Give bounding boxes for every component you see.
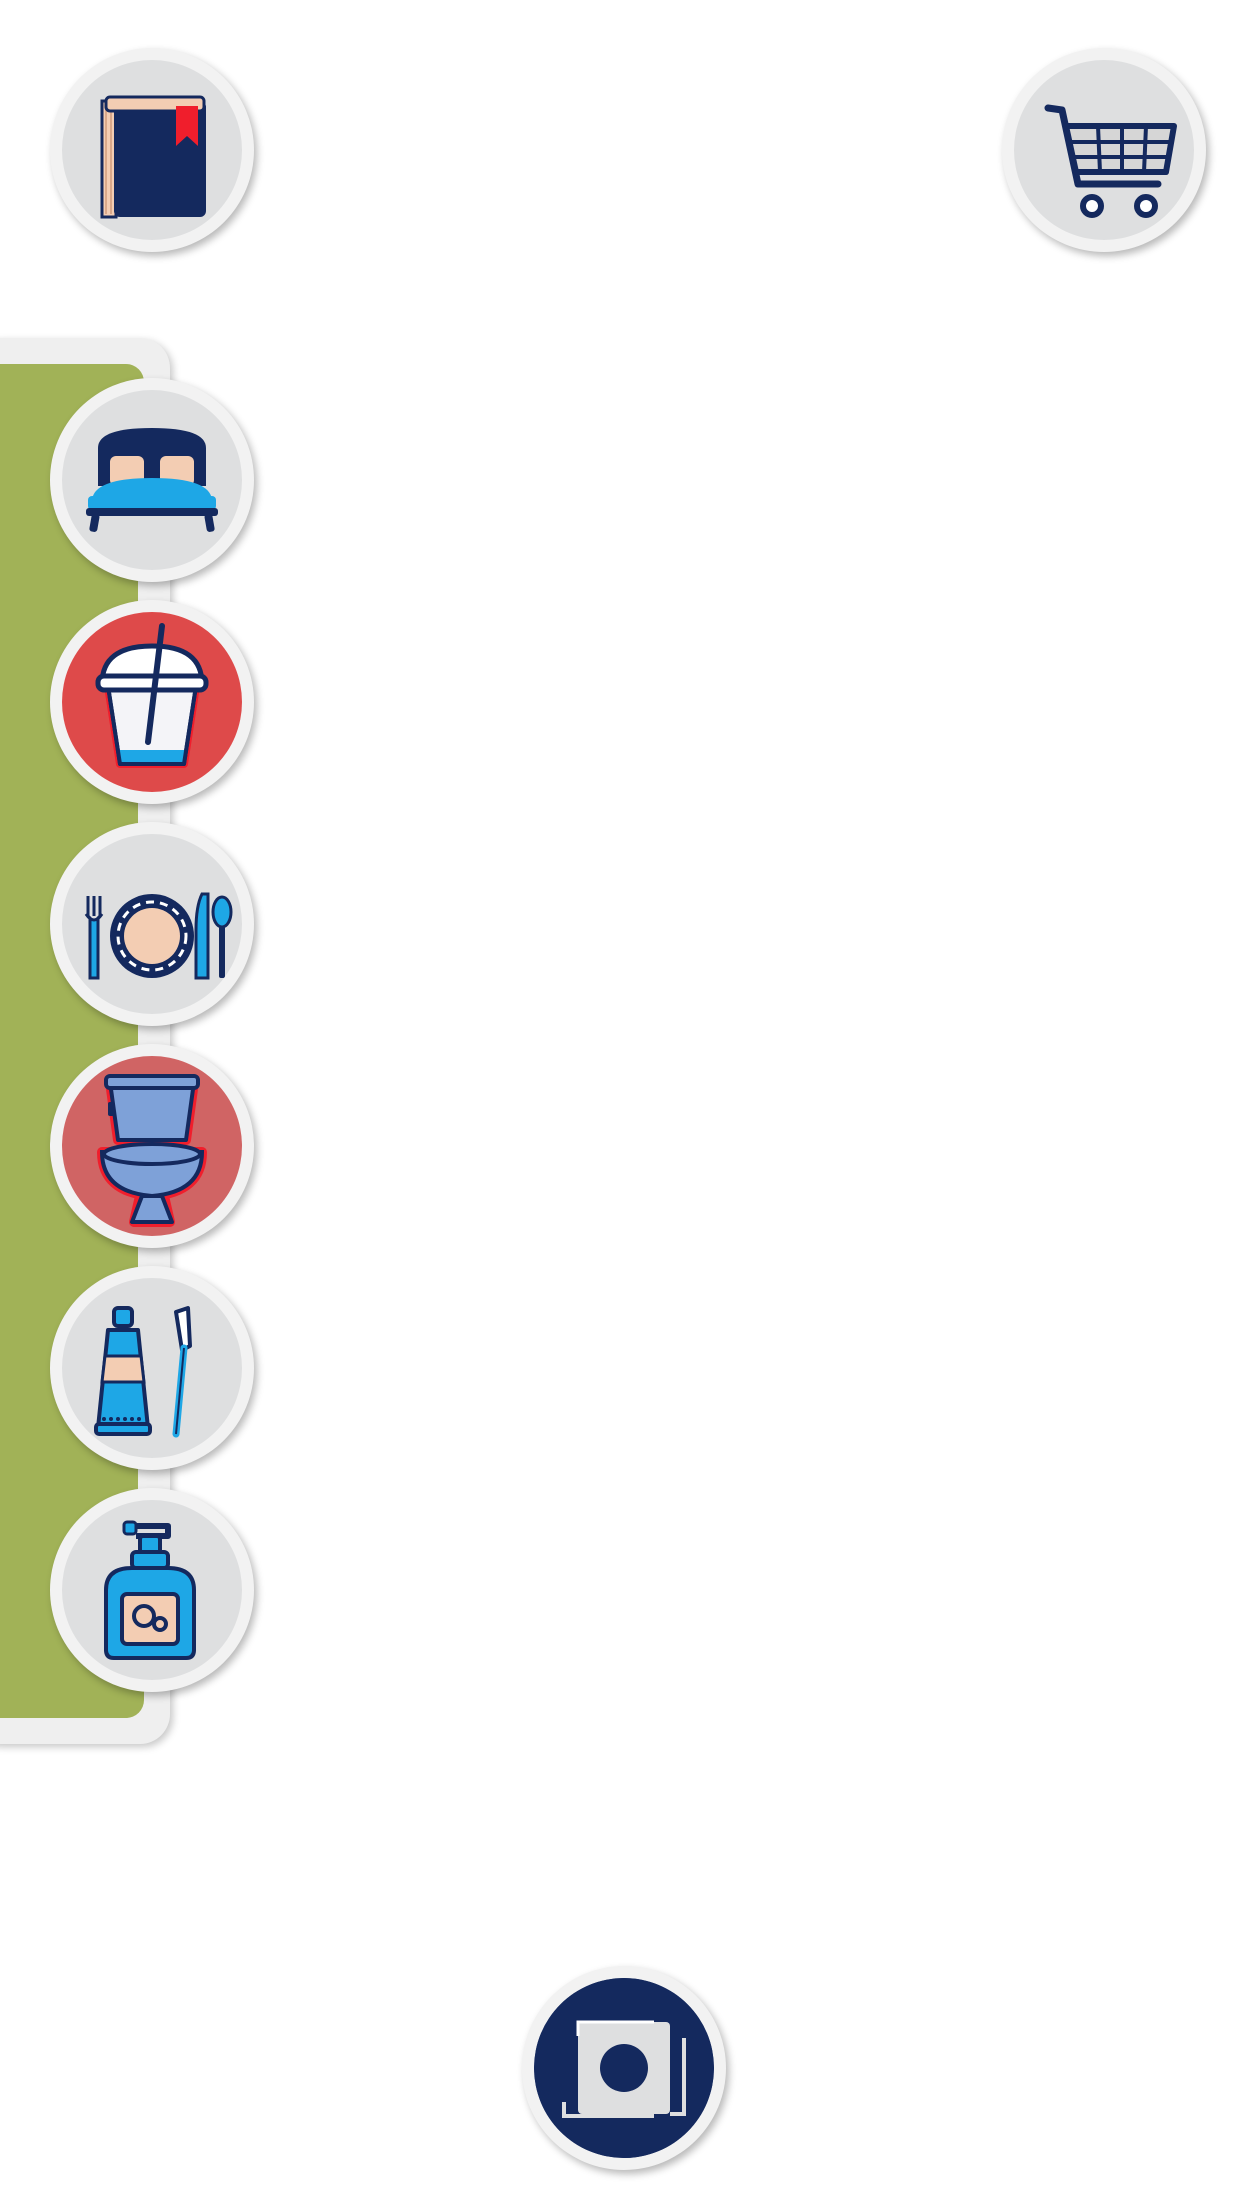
category-soap-button[interactable] xyxy=(50,1488,254,1692)
plate-cutlery-icon xyxy=(84,892,233,980)
soap-dispenser-icon xyxy=(104,1520,196,1660)
category-bed-button[interactable] xyxy=(50,378,254,582)
category-toiletries-button[interactable] xyxy=(50,1266,254,1470)
shopping-cart-icon xyxy=(1044,104,1177,218)
drink-cup-icon xyxy=(95,623,209,768)
toothpaste-toothbrush-icon xyxy=(94,1306,192,1438)
category-toilet-button[interactable] xyxy=(50,1044,254,1248)
camera-scan-icon xyxy=(534,1978,714,2158)
bed-icon xyxy=(86,428,218,532)
category-dining-button[interactable] xyxy=(50,822,254,1026)
cart-button[interactable] xyxy=(1002,48,1206,252)
book-button[interactable] xyxy=(50,48,254,252)
category-drink-button[interactable] xyxy=(50,600,254,804)
book-icon xyxy=(100,95,206,219)
toilet-icon xyxy=(97,1074,207,1227)
camera-scan-button[interactable] xyxy=(522,1966,726,2170)
app-screen xyxy=(0,0,1242,2208)
